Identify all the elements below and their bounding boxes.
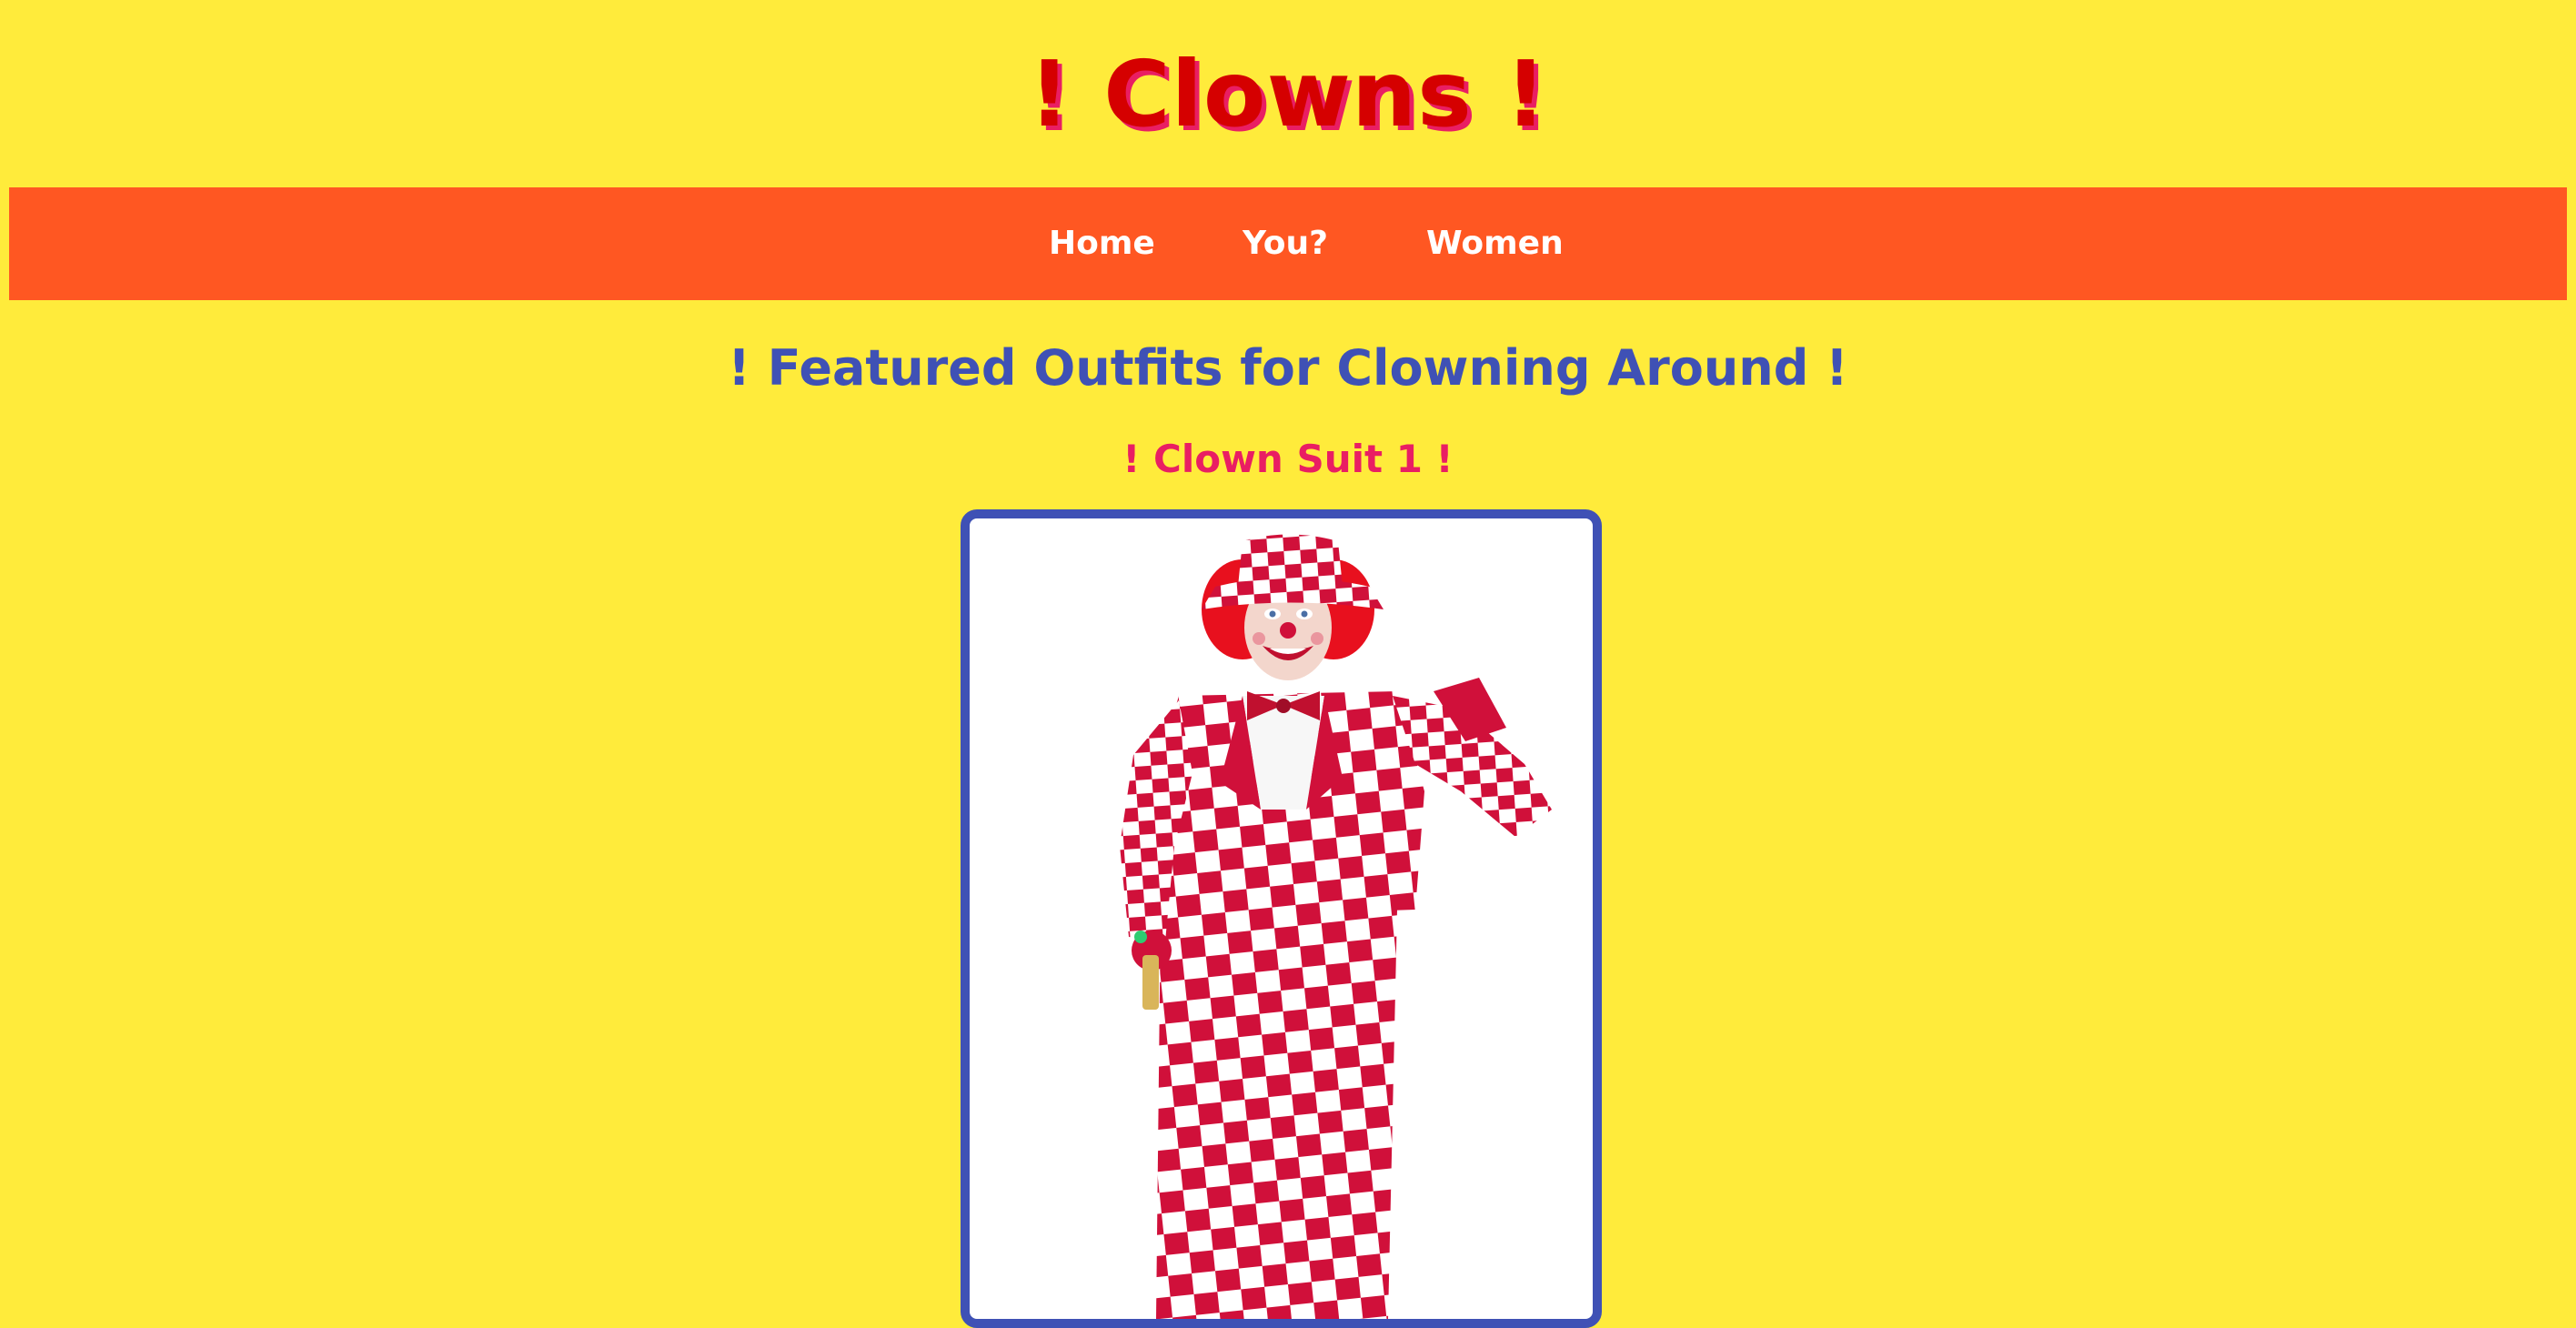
site-title: ! Clowns ! [1028,41,1548,147]
outfit-image-card [961,509,1602,1328]
nav-link-home[interactable]: Home [1049,187,1155,300]
section-title: ! Featured Outfits for Clowning Around ! [728,339,1848,397]
clown-legs [1156,910,1397,1319]
outfit-title: ! Clown Suit 1 ! [1122,437,1454,481]
nav-link-you[interactable]: You? [1243,187,1328,300]
navbar: Home You? Women [9,187,2567,300]
clown-jacket [1142,691,1424,919]
nav-link-women[interactable]: Women [1426,187,1564,300]
clown-suit-image [1120,534,1552,1319]
